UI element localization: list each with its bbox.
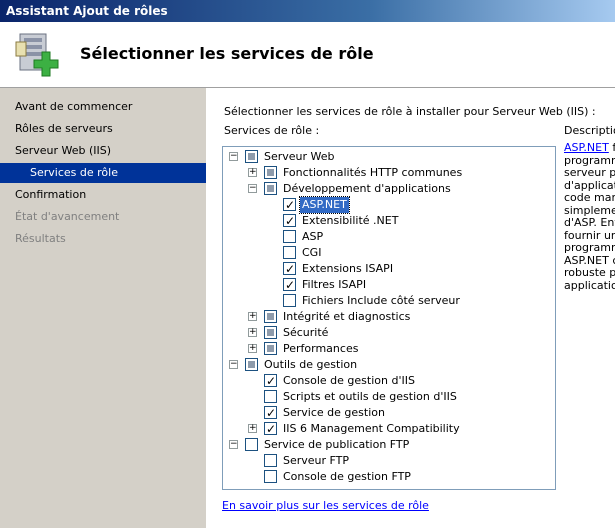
window-title: Assistant Ajout de rôles xyxy=(0,0,615,22)
tree-item-label: Extensions ISAPI xyxy=(302,262,394,275)
collapse-icon[interactable]: − xyxy=(229,360,238,369)
tree-checkbox[interactable] xyxy=(283,197,296,213)
collapse-icon[interactable]: − xyxy=(229,152,238,161)
tree-row[interactable]: + Fonctionnalités HTTP communes xyxy=(223,165,553,181)
tree-item-label: Fonctionnalités HTTP communes xyxy=(283,166,463,179)
tree-row[interactable]: Service de gestion xyxy=(223,405,553,421)
description-line: d'ASP. Ent xyxy=(564,216,615,229)
tree-item-label: Développement d'applications xyxy=(283,182,451,195)
tree-label: Services de rôle : xyxy=(224,124,320,137)
tree-item-label: IIS 6 Management Compatibility xyxy=(283,422,460,435)
expand-icon[interactable]: + xyxy=(248,168,257,177)
tree-row[interactable]: + Performances xyxy=(223,341,553,357)
tree-row[interactable]: + Intégrité et diagnostics xyxy=(223,309,553,325)
collapse-icon[interactable]: − xyxy=(229,440,238,449)
tree-checkbox[interactable] xyxy=(264,310,277,323)
description-line: programm xyxy=(564,241,615,254)
tree-row[interactable]: Scripts et outils de gestion d'IIS xyxy=(223,389,553,405)
tree-row[interactable]: CGI xyxy=(223,245,553,261)
tree-item-label: Serveur FTP xyxy=(283,454,350,467)
nav-item-confirmation[interactable]: Confirmation xyxy=(15,185,86,205)
tree-row[interactable]: Serveur FTP xyxy=(223,453,553,469)
tree-checkbox[interactable] xyxy=(264,166,277,179)
collapse-icon[interactable]: − xyxy=(248,184,257,193)
expand-icon[interactable]: + xyxy=(248,344,257,353)
expand-icon[interactable]: + xyxy=(248,424,257,433)
tree-checkbox[interactable] xyxy=(264,454,277,467)
tree-checkbox[interactable] xyxy=(283,230,296,243)
tree-item-label: ASP.NET xyxy=(299,196,350,214)
tree-row[interactable]: Fichiers Include côté serveur xyxy=(223,293,553,309)
wizard-nav: Avant de commencer Rôles de serveurs Ser… xyxy=(0,88,206,528)
description-label: Description : xyxy=(564,124,615,137)
learn-more-link[interactable]: En savoir plus sur les services de rôle xyxy=(222,499,429,512)
description-line: robuste p xyxy=(564,266,615,279)
tree-row[interactable]: Extensibilité .NET xyxy=(223,213,553,229)
tree-item-label: Sécurité xyxy=(283,326,329,339)
tree-checkbox[interactable] xyxy=(264,182,277,195)
description-line: serveur p xyxy=(564,166,615,179)
tree-checkbox[interactable] xyxy=(245,150,258,163)
tree-checkbox[interactable] xyxy=(264,405,277,421)
tree-row[interactable]: Console de gestion d'IIS xyxy=(223,373,553,389)
nav-item-serveur-web[interactable]: Serveur Web (IIS) xyxy=(15,141,111,161)
tree-item-label: Console de gestion FTP xyxy=(283,470,411,483)
tree-item-label: Filtres ISAPI xyxy=(302,278,367,291)
tree-item-label: Scripts et outils de gestion d'IIS xyxy=(283,390,457,403)
nav-item-avant-de-commencer[interactable]: Avant de commencer xyxy=(15,97,132,117)
tree-checkbox[interactable] xyxy=(283,277,296,293)
tree-item-label: Fichiers Include côté serveur xyxy=(302,294,460,307)
tree-row[interactable]: ASP xyxy=(223,229,553,245)
description-line: code man xyxy=(564,191,615,204)
tree-checkbox[interactable] xyxy=(283,213,296,229)
tree-checkbox[interactable] xyxy=(264,390,277,403)
tree-row[interactable]: Filtres ISAPI xyxy=(223,277,553,293)
main-panel: Sélectionner les services de rôle à inst… xyxy=(206,88,615,528)
description-text: ASP.NET fprogrammserveur pd'applicaticod… xyxy=(564,142,615,302)
nav-item-resultats: Résultats xyxy=(15,232,66,245)
expand-icon[interactable]: + xyxy=(248,328,257,337)
tree-checkbox[interactable] xyxy=(283,246,296,259)
tree-item-label: Intégrité et diagnostics xyxy=(283,310,411,323)
tree-row[interactable]: − Serveur Web xyxy=(223,149,553,165)
tree-row[interactable]: − Outils de gestion xyxy=(223,357,553,373)
tree-row[interactable]: + Sécurité xyxy=(223,325,553,341)
tree-row[interactable]: ASP.NET xyxy=(223,196,553,214)
tree-item-label: Serveur Web xyxy=(264,150,335,163)
tree-item-label: Service de publication FTP xyxy=(264,438,410,451)
tree-item-label: Console de gestion d'IIS xyxy=(283,374,415,387)
nav-item-services-de-role[interactable]: Services de rôle xyxy=(0,163,206,183)
description-line: application xyxy=(564,278,615,292)
tree-item-label: Extensibilité .NET xyxy=(302,214,399,227)
tree-checkbox[interactable] xyxy=(264,326,277,339)
tree-checkbox[interactable] xyxy=(264,421,277,437)
expand-icon[interactable]: + xyxy=(248,312,257,321)
instruction-text: Sélectionner les services de rôle à inst… xyxy=(224,105,596,118)
tree-item-label: ASP xyxy=(302,230,324,243)
description-line[interactable]: ASP.NET f xyxy=(564,142,615,155)
tree-row[interactable]: − Développement d'applications xyxy=(223,181,553,197)
page-title: Sélectionner les services de rôle xyxy=(80,44,374,63)
tree-checkbox[interactable] xyxy=(264,373,277,389)
tree-checkbox[interactable] xyxy=(283,261,296,277)
wizard-header: Sélectionner les services de rôle xyxy=(0,22,615,88)
tree-item-label: Service de gestion xyxy=(283,406,385,419)
nav-item-etat-avancement: État d'avancement xyxy=(15,210,120,223)
tree-item-label: CGI xyxy=(302,246,322,259)
tree-item-label: Outils de gestion xyxy=(264,358,358,371)
tree-checkbox[interactable] xyxy=(264,342,277,355)
tree-checkbox[interactable] xyxy=(245,438,258,451)
tree-row[interactable]: − Service de publication FTP xyxy=(223,437,553,453)
tree-checkbox[interactable] xyxy=(283,294,296,307)
tree-item-label: Performances xyxy=(283,342,359,355)
tree-row[interactable]: Extensions ISAPI xyxy=(223,261,553,277)
tree-row[interactable]: + IIS 6 Management Compatibility xyxy=(223,421,553,437)
tree-row[interactable]: Console de gestion FTP xyxy=(223,469,553,485)
server-add-icon xyxy=(15,33,59,77)
tree-checkbox[interactable] xyxy=(245,358,258,371)
nav-item-roles-de-serveurs[interactable]: Rôles de serveurs xyxy=(15,119,113,139)
role-services-tree[interactable]: − Serveur Web + Fonctionnalités HTTP commun… xyxy=(222,146,556,490)
tree-checkbox[interactable] xyxy=(264,470,277,483)
